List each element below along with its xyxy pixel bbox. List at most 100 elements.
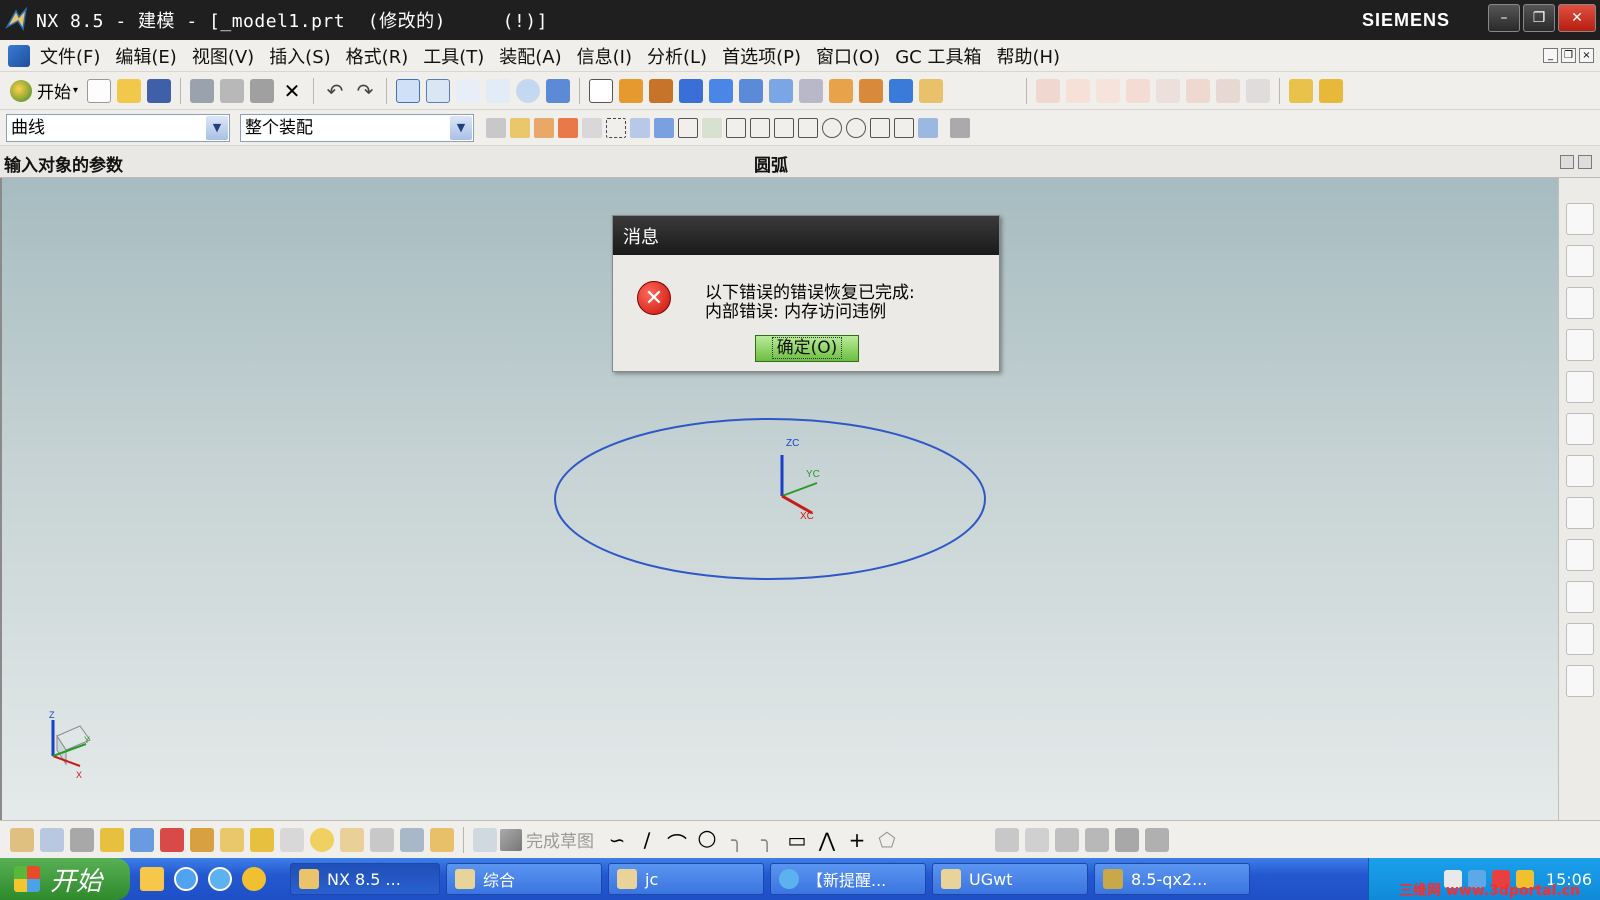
constraint-navigator-icon[interactable] xyxy=(1565,245,1594,277)
quick-trim-icon[interactable] xyxy=(905,828,929,852)
filter-settings-icon[interactable] xyxy=(486,117,506,138)
select-face-icon[interactable] xyxy=(558,117,578,138)
windows-start-button[interactable]: 开始 xyxy=(0,858,130,900)
snap-control-point-icon[interactable] xyxy=(750,117,770,138)
arc-curve[interactable] xyxy=(554,418,986,580)
delete-icon[interactable]: ✕ xyxy=(280,79,304,103)
menu-assemblies[interactable]: 装配(A) xyxy=(499,43,561,69)
minimize-button[interactable]: – xyxy=(1488,4,1520,32)
subtract-icon[interactable] xyxy=(859,78,884,103)
datum-icon[interactable] xyxy=(40,827,64,852)
polygon-icon[interactable]: ⬠ xyxy=(875,828,899,852)
taskbar-item-file[interactable]: 8.5-qx2... xyxy=(1094,863,1250,895)
link-icon[interactable] xyxy=(280,827,304,852)
menu-insert[interactable]: 插入(S) xyxy=(269,43,330,69)
document-menu-icon[interactable] xyxy=(8,44,30,67)
rotate-icon[interactable] xyxy=(516,78,541,103)
start-menu-button[interactable]: 开始 ▾ xyxy=(10,78,78,103)
arc-icon[interactable] xyxy=(1096,78,1121,103)
sketch-tools-icon[interactable] xyxy=(10,827,34,852)
offset-curve-icon[interactable] xyxy=(995,827,1019,852)
point-set-icon[interactable] xyxy=(100,827,124,852)
security-app-icon[interactable] xyxy=(242,867,266,891)
derived-lines-icon[interactable] xyxy=(1025,827,1049,852)
roles-icon[interactable] xyxy=(1565,623,1594,655)
attribute-icon[interactable] xyxy=(430,827,454,852)
grid-icon[interactable] xyxy=(70,827,94,852)
group-icon[interactable] xyxy=(250,827,274,852)
select-all-icon[interactable] xyxy=(582,117,602,138)
menu-tools[interactable]: 工具(T) xyxy=(423,43,484,69)
rendering-style-icon[interactable] xyxy=(589,78,614,103)
feature-icon-1[interactable] xyxy=(619,78,644,103)
chevron-down-icon[interactable]: ▼ xyxy=(450,115,472,140)
open-folder-icon[interactable] xyxy=(117,78,142,103)
point-icon[interactable] xyxy=(1036,78,1061,103)
reuse-library-icon[interactable] xyxy=(1565,329,1594,361)
taskbar-item-folder-jc[interactable]: jc xyxy=(608,863,764,895)
curve-offset-icon[interactable] xyxy=(1216,78,1241,103)
close-button[interactable]: ✕ xyxy=(1558,4,1596,32)
select-sheet-icon[interactable] xyxy=(654,117,674,138)
menu-format[interactable]: 格式(R) xyxy=(346,43,409,69)
snap-existing-point-icon[interactable] xyxy=(870,117,890,138)
menu-gc-toolkit[interactable]: GC 工具箱 xyxy=(895,43,981,69)
chevron-down-icon[interactable]: ▼ xyxy=(206,115,228,140)
project-curve-icon[interactable] xyxy=(1246,78,1271,103)
mirror-curve-icon[interactable] xyxy=(1085,827,1109,852)
rectangle-icon[interactable]: ▭ xyxy=(785,828,809,852)
snap-perpendicular-icon[interactable] xyxy=(798,117,818,138)
cut-icon[interactable] xyxy=(190,78,215,103)
snap-endpoint-icon[interactable] xyxy=(678,117,698,138)
menu-file[interactable]: 文件(F) xyxy=(40,43,100,69)
select-body-icon[interactable] xyxy=(534,117,554,138)
spline-icon[interactable] xyxy=(1126,78,1151,103)
hd3d-tools-icon[interactable] xyxy=(1565,371,1594,403)
transform-icon[interactable] xyxy=(130,827,154,852)
measure-icon[interactable] xyxy=(220,827,244,852)
mdi-minimize-button[interactable]: _ xyxy=(1543,48,1558,63)
select-feature-icon[interactable] xyxy=(510,117,530,138)
show-desktop-icon[interactable] xyxy=(140,867,164,891)
menu-view[interactable]: 视图(V) xyxy=(192,43,254,69)
menu-analysis[interactable]: 分析(L) xyxy=(647,43,707,69)
orient-view-icon[interactable] xyxy=(546,78,571,103)
studio-spline-icon[interactable]: ⋀ xyxy=(815,828,839,852)
extrude-icon[interactable] xyxy=(739,78,764,103)
manufacturing-wizards-icon[interactable] xyxy=(1565,581,1594,613)
assembly-icon-1[interactable] xyxy=(1289,78,1314,103)
fillet-icon[interactable]: ╮ xyxy=(725,828,749,852)
taskbar-item-browser[interactable]: 【新提醒... xyxy=(770,863,926,895)
menu-preferences[interactable]: 首选项(P) xyxy=(722,43,801,69)
cue-toggle-button[interactable] xyxy=(1560,155,1574,169)
fit-view-icon[interactable] xyxy=(396,78,421,103)
pan-icon[interactable] xyxy=(486,78,511,103)
revolve-icon[interactable] xyxy=(769,78,794,103)
dimensions-icon[interactable] xyxy=(1145,827,1169,852)
sketch-icon[interactable] xyxy=(473,827,497,852)
finish-sketch-button[interactable]: 完成草图 xyxy=(500,827,594,852)
assembly-icon-2[interactable] xyxy=(1319,78,1344,103)
make-corner-icon[interactable] xyxy=(965,828,989,852)
section-icon[interactable] xyxy=(400,827,424,852)
snap-quadrant-icon[interactable] xyxy=(846,117,866,138)
snap-point-on-curve-icon[interactable] xyxy=(894,117,914,138)
cue-close-button[interactable] xyxy=(1578,155,1592,169)
mdi-restore-button[interactable]: ❐ xyxy=(1561,48,1576,63)
browser-icon[interactable] xyxy=(208,867,232,891)
selection-scope-select[interactable]: 整个装配 ▼ xyxy=(240,113,474,142)
sketch-settings-icon[interactable] xyxy=(310,827,334,852)
add-existing-curves-icon[interactable] xyxy=(1055,827,1079,852)
history-icon[interactable] xyxy=(1565,455,1594,487)
type-filter-select[interactable]: 曲线 ▼ xyxy=(6,113,230,142)
mirror-icon[interactable] xyxy=(160,827,184,852)
copy-icon[interactable] xyxy=(220,78,245,103)
undo-icon[interactable]: ↶ xyxy=(323,79,347,103)
menu-help[interactable]: 帮助(H) xyxy=(996,43,1060,69)
layer-icon[interactable] xyxy=(950,117,970,138)
part-navigator-icon[interactable] xyxy=(1565,287,1594,319)
taskbar-item-folder-ugwt[interactable]: UGwt xyxy=(932,863,1088,895)
taskbar-item-folder-zonghe[interactable]: 综合 xyxy=(446,863,602,895)
wave-icon[interactable] xyxy=(370,827,394,852)
unite-icon[interactable] xyxy=(829,78,854,103)
